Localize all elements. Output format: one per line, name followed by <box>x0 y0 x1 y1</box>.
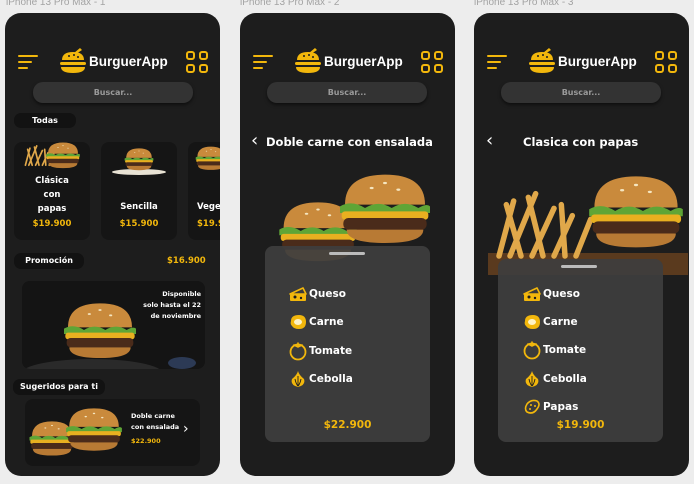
app-name: BurguerApp <box>89 53 168 69</box>
hamburger-menu-icon[interactable] <box>253 55 273 69</box>
burger-image <box>112 148 166 175</box>
ingredient-item: Queso <box>288 284 346 304</box>
product-name: Clásica con papas <box>35 176 69 214</box>
top-bar: BurguerApp <box>5 43 220 79</box>
hamburger-menu-icon[interactable] <box>18 55 38 69</box>
search-input[interactable]: Buscar... <box>33 82 193 103</box>
app-name: BurguerApp <box>558 53 637 69</box>
back-chevron-icon[interactable]: ‹ <box>251 130 258 151</box>
chevron-right-icon[interactable]: › <box>183 421 189 437</box>
ingredients-sheet: Queso Carne Tomate Cebolla $22.900 <box>265 246 430 442</box>
top-bar: BurguerApp <box>240 43 455 79</box>
app-logo: BurguerApp <box>527 46 637 76</box>
product-card[interactable]: Clásica con papas $19.900 <box>14 142 90 240</box>
product-name: Vege <box>197 202 220 212</box>
top-bar: BurguerApp <box>474 43 689 79</box>
ingredient-item: Cebolla <box>522 369 587 389</box>
cheese-icon <box>522 284 542 304</box>
phone-screen-detail-2: BurguerApp Buscar... ‹ Clasica con papas… <box>474 13 689 476</box>
phone-screen-home: BurguerApp Buscar... Todas Clásica con p… <box>5 13 220 476</box>
product-name: Sencilla <box>120 202 158 212</box>
ingredient-item: Tomate <box>522 340 586 360</box>
product-card[interactable]: Sencilla $15.900 <box>101 142 177 240</box>
detail-title: Doble carne con ensalada <box>266 135 433 149</box>
search-input[interactable]: Buscar... <box>267 82 427 103</box>
product-price: $19.9 <box>197 219 220 229</box>
ingredient-item: Carne <box>522 312 578 332</box>
double-burger-image <box>29 408 122 456</box>
phone-screen-detail-1: BurguerApp Buscar... ‹ Doble carne con e… <box>240 13 455 476</box>
onion-icon <box>522 369 542 389</box>
promo-price: $16.900 <box>167 256 206 266</box>
category-chip-all[interactable]: Todas <box>14 113 76 128</box>
detail-price: $22.900 <box>323 419 372 431</box>
app-name: BurguerApp <box>324 53 403 69</box>
burger-logo-icon <box>293 48 323 74</box>
suggested-card[interactable]: Doble carne con ensalada $22.900 › <box>25 399 200 466</box>
burger-logo-icon <box>58 48 88 74</box>
cheese-icon <box>288 284 308 304</box>
ingredient-item: Cebolla <box>288 369 353 389</box>
tomato-icon <box>288 341 308 361</box>
frame-label: iPhone 13 Pro Max - 1 <box>6 0 106 8</box>
product-price: $19.900 <box>32 219 72 229</box>
ingredient-item: Tomate <box>288 341 352 361</box>
onion-icon <box>288 369 308 389</box>
hamburger-menu-icon[interactable] <box>487 55 507 69</box>
ingredient-item: Papas <box>522 397 578 417</box>
app-logo: BurguerApp <box>293 46 403 76</box>
meat-icon <box>522 312 542 332</box>
promo-label: Promoción <box>14 253 84 269</box>
detail-title: Clasica con papas <box>523 135 639 149</box>
promo-banner[interactable]: Disponible solo hasta el 22 de noviembre <box>22 281 205 369</box>
frame-label: iPhone 13 Pro Max - 2 <box>240 0 340 8</box>
sheet-handle[interactable] <box>561 265 597 268</box>
app-logo: BurguerApp <box>58 46 168 76</box>
grid-icon[interactable] <box>421 51 443 73</box>
potato-icon <box>522 397 542 417</box>
back-chevron-icon[interactable]: ‹ <box>486 130 493 151</box>
detail-price: $19.900 <box>556 419 605 431</box>
frame-label: iPhone 13 Pro Max - 3 <box>474 0 574 8</box>
ingredient-item: Carne <box>288 312 344 332</box>
grid-icon[interactable] <box>186 51 208 73</box>
suggested-price: $22.900 <box>131 437 161 445</box>
product-price: $15.900 <box>119 219 159 229</box>
sheet-handle[interactable] <box>329 252 365 255</box>
burger-logo-icon <box>527 48 557 74</box>
ingredient-item: Queso <box>522 284 580 304</box>
grid-icon[interactable] <box>655 51 677 73</box>
suggested-name: Doble carne con ensalada <box>131 412 180 431</box>
promo-text: Disponible solo hasta el 22 de noviembre <box>143 290 201 320</box>
tomato-icon <box>522 340 542 360</box>
fries-burger-image <box>24 142 80 169</box>
ingredients-sheet: Queso Carne Tomate Cebolla Papas $19.900 <box>498 259 663 442</box>
meat-icon <box>288 312 308 332</box>
product-card[interactable]: Vege $19.9 <box>188 142 220 240</box>
search-input[interactable]: Buscar... <box>501 82 661 103</box>
veggie-burger-image <box>195 146 220 170</box>
suggested-label: Sugeridos para ti <box>13 379 105 395</box>
